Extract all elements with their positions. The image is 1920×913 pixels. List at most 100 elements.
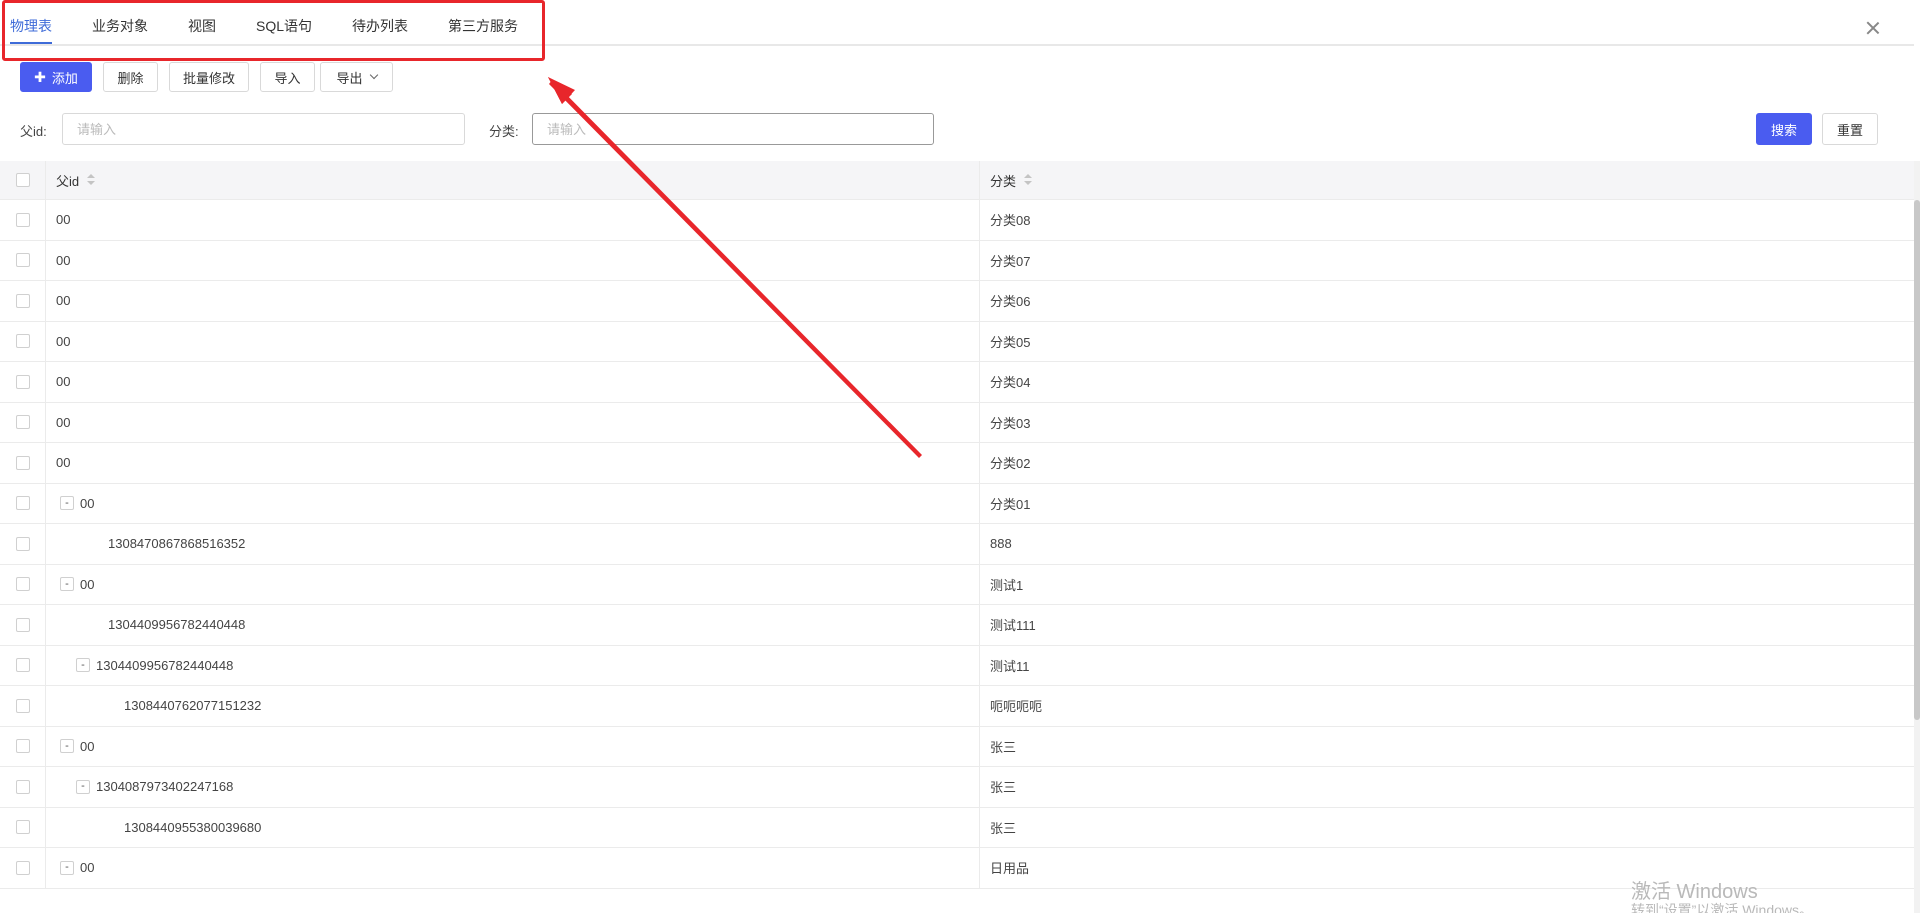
cell-parent-id: 00 [56, 281, 70, 321]
collapse-toggle-icon[interactable]: - [60, 496, 74, 511]
table-row[interactable]: 1304409956782440448 测试111 [0, 605, 1915, 646]
row-checkbox[interactable] [16, 455, 30, 470]
cell-category: 测试1 [990, 577, 1024, 593]
table-row[interactable]: -00 张三 [0, 726, 1915, 767]
scrollbar-thumb[interactable] [1914, 200, 1920, 720]
column-header-parent-id[interactable]: 父id [56, 161, 96, 199]
table-row[interactable]: 00 分类02 [0, 443, 1915, 484]
column-divider [979, 686, 980, 726]
sort-icon[interactable] [1024, 174, 1033, 186]
parent-id-value: 00 [56, 374, 71, 390]
row-checkbox[interactable] [16, 779, 30, 794]
search-button[interactable]: 搜索 [1756, 113, 1812, 145]
parent-id-value: 00 [80, 576, 95, 592]
column-divider [979, 605, 980, 645]
row-check-cell [0, 848, 46, 888]
parent-id-label: 父id: [20, 124, 47, 139]
delete-button-label: 删除 [117, 70, 144, 86]
row-check-cell [0, 443, 46, 483]
cell-parent-id: 1308470867868516352 [108, 524, 245, 564]
row-check-cell [0, 240, 46, 280]
delete-button[interactable]: 删除 [103, 62, 158, 92]
import-button[interactable]: 导入 [260, 62, 315, 92]
collapse-toggle-icon[interactable]: - [60, 577, 74, 592]
collapse-toggle-icon[interactable]: - [60, 860, 74, 875]
row-checkbox[interactable] [16, 577, 30, 592]
table-row[interactable]: -00 日用品 [0, 848, 1915, 889]
cell-parent-id: 1304409956782440448 [108, 605, 245, 645]
column-header-label: 分类 [990, 173, 1017, 189]
column-divider [979, 524, 980, 564]
row-check-cell [0, 200, 46, 240]
table-row[interactable]: 00 分类03 [0, 402, 1915, 443]
table-row[interactable]: -1304409956782440448 测试11 [0, 645, 1915, 686]
parent-id-value: 00 [80, 738, 95, 754]
column-divider [979, 281, 980, 321]
table-header: 父id 分类 [0, 161, 1915, 200]
cell-parent-id: -1304409956782440448 [76, 646, 233, 686]
column-header-category[interactable]: 分类 [990, 161, 1033, 199]
close-icon[interactable] [1863, 18, 1883, 38]
column-divider [979, 564, 980, 604]
row-checkbox[interactable] [16, 820, 30, 835]
row-checkbox[interactable] [16, 536, 30, 551]
parent-id-input[interactable] [62, 113, 465, 145]
row-checkbox[interactable] [16, 212, 30, 227]
row-checkbox[interactable] [16, 658, 30, 673]
cell-parent-id: -00 [60, 484, 94, 524]
cell-category: 日用品 [990, 861, 1030, 877]
collapse-toggle-icon[interactable]: - [60, 739, 74, 754]
table-row[interactable]: 00 分类05 [0, 321, 1915, 362]
row-check-cell [0, 645, 46, 685]
table-row[interactable]: 1308440955380039680 张三 [0, 807, 1915, 848]
select-all-checkbox[interactable] [16, 173, 30, 187]
cell-parent-id: 1308440955380039680 [124, 808, 261, 848]
table-row[interactable]: -00 测试1 [0, 564, 1915, 605]
row-checkbox[interactable] [16, 617, 30, 632]
row-checkbox[interactable] [16, 860, 30, 875]
row-checkbox[interactable] [16, 415, 30, 430]
table-row[interactable]: 1308440762077151232 呃呃呃呃 [0, 686, 1915, 727]
row-check-cell [0, 726, 46, 766]
sort-icon[interactable] [87, 174, 96, 186]
table-row[interactable]: 00 分类08 [0, 200, 1915, 241]
table-row[interactable]: 00 分类07 [0, 240, 1915, 281]
cell-category: 分类06 [990, 294, 1031, 310]
column-divider [979, 321, 980, 361]
row-checkbox[interactable] [16, 496, 30, 511]
cell-category: 分类04 [990, 375, 1031, 391]
add-button[interactable]: ✚ 添加 [20, 62, 92, 92]
cell-category: 分类01 [990, 496, 1031, 512]
parent-id-value: 00 [56, 293, 71, 309]
cell-category: 888 [990, 536, 1012, 552]
collapse-toggle-icon[interactable]: - [76, 658, 90, 673]
reset-button[interactable]: 重置 [1822, 113, 1878, 145]
cell-parent-id: 00 [56, 443, 70, 483]
table-row[interactable]: 00 分类04 [0, 362, 1915, 403]
column-divider [979, 848, 980, 888]
batch-edit-button[interactable]: 批量修改 [169, 62, 249, 92]
cell-category: 分类08 [990, 213, 1031, 229]
row-check-cell [0, 281, 46, 321]
cell-parent-id: 00 [56, 241, 70, 281]
column-divider [979, 200, 980, 240]
cell-parent-id: -00 [60, 565, 94, 605]
export-dropdown-button[interactable]: 导出 [320, 62, 393, 92]
reset-button-label: 重置 [1836, 122, 1863, 138]
collapse-toggle-icon[interactable]: - [76, 779, 90, 794]
column-divider [979, 402, 980, 442]
row-checkbox[interactable] [16, 698, 30, 713]
table-row[interactable]: 1308470867868516352 888 [0, 524, 1915, 565]
row-checkbox[interactable] [16, 293, 30, 308]
table-row[interactable]: 00 分类06 [0, 281, 1915, 322]
column-divider [979, 645, 980, 685]
row-checkbox[interactable] [16, 739, 30, 754]
row-check-cell [0, 564, 46, 604]
category-input[interactable] [532, 113, 934, 145]
row-checkbox[interactable] [16, 374, 30, 389]
row-checkbox[interactable] [16, 253, 30, 268]
row-checkbox[interactable] [16, 334, 30, 349]
table-row[interactable]: -1304087973402247168 张三 [0, 767, 1915, 808]
row-check-cell [0, 402, 46, 442]
table-row[interactable]: -00 分类01 [0, 483, 1915, 524]
